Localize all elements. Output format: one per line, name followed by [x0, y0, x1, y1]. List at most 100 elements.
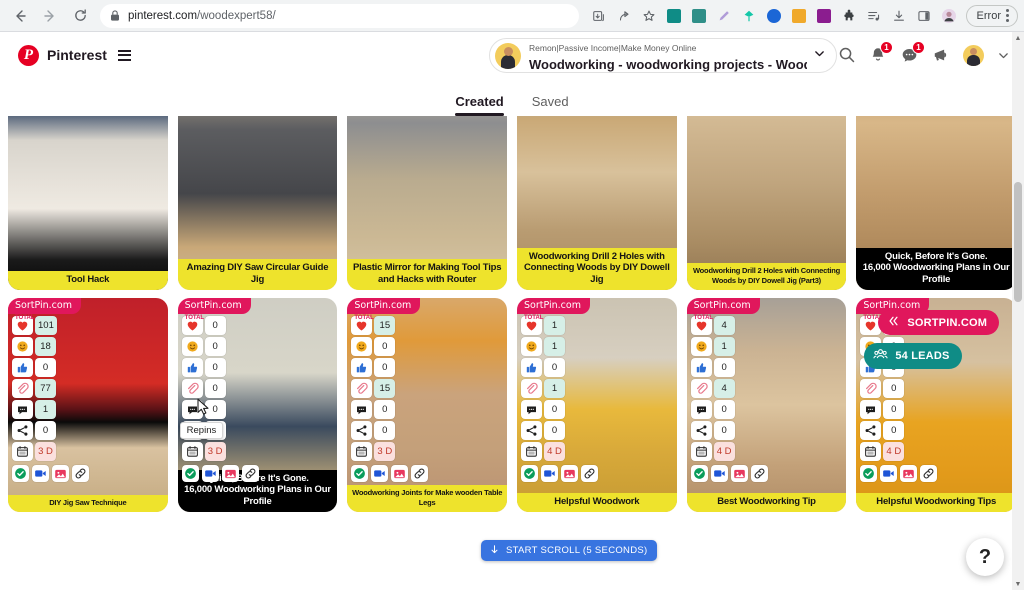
paperclip-repin-icon[interactable]: [182, 379, 203, 398]
pin-card[interactable]: SortPin.comTOTAL10118077103 DDIY Jig Saw…: [8, 298, 168, 512]
share-icon[interactable]: [521, 421, 542, 440]
share-icon[interactable]: [351, 421, 372, 440]
hamburger-menu-icon[interactable]: [118, 50, 131, 61]
board-selector[interactable]: Remon|Passive Income|Make Money Online W…: [489, 38, 837, 73]
video-icon[interactable]: [541, 465, 558, 482]
share-icon[interactable]: [612, 4, 636, 28]
thumbs-up-icon[interactable]: [691, 358, 712, 377]
puzzle-extensions-icon[interactable]: [837, 4, 861, 28]
emoji-reaction-icon[interactable]: [182, 337, 203, 356]
image-icon[interactable]: [731, 465, 748, 482]
image-icon[interactable]: [52, 465, 69, 482]
video-icon[interactable]: [711, 465, 728, 482]
comment-icon[interactable]: [860, 400, 881, 419]
share-icon[interactable]: [12, 421, 33, 440]
emoji-reaction-icon[interactable]: [12, 337, 33, 356]
scroll-up-arrow-icon[interactable]: ▲: [1012, 32, 1024, 44]
thumbs-up-icon[interactable]: [521, 358, 542, 377]
pin-card[interactable]: SortPin.comTOTAL4104004 DBest Woodworkin…: [687, 298, 847, 512]
link-icon[interactable]: [242, 465, 259, 482]
download-icon[interactable]: [887, 4, 911, 28]
thumbs-up-icon[interactable]: [12, 358, 33, 377]
verified-check-icon[interactable]: [351, 465, 368, 482]
pin-card[interactable]: SortPin.comTOTAL0000004 DSORTPIN.COM54 L…: [856, 298, 1016, 512]
camera-extension-icon[interactable]: [687, 4, 711, 28]
help-button[interactable]: ?: [966, 538, 1004, 576]
emoji-reaction-icon[interactable]: [521, 337, 542, 356]
paperclip-repin-icon[interactable]: [860, 379, 881, 398]
paperclip-repin-icon[interactable]: [12, 379, 33, 398]
install-app-icon[interactable]: [587, 4, 611, 28]
p-extension-icon[interactable]: [787, 4, 811, 28]
messages-chat-icon[interactable]: 1: [900, 46, 919, 65]
globe-extension-icon[interactable]: [762, 4, 786, 28]
reload-icon[interactable]: [66, 2, 94, 30]
pin-card[interactable]: SortPin.comTOTAL1101004 DHelpsful Woodwo…: [517, 298, 677, 512]
back-arrow-icon[interactable]: [6, 2, 34, 30]
account-chevron-down-icon[interactable]: [997, 49, 1010, 62]
paperclip-repin-icon[interactable]: [521, 379, 542, 398]
error-status-pill[interactable]: Error: [966, 5, 1018, 27]
pen-extension-icon[interactable]: [712, 4, 736, 28]
pinterest-brand[interactable]: P Pinterest: [18, 45, 131, 66]
pin-extension-icon[interactable]: [737, 4, 761, 28]
share-icon[interactable]: [860, 421, 881, 440]
link-icon[interactable]: [751, 465, 768, 482]
calendar-icon[interactable]: [12, 442, 33, 461]
pin-card[interactable]: 02 DWoodworking Drill 2 Holes with Conne…: [517, 116, 677, 290]
bookmark-star-icon[interactable]: [637, 4, 661, 28]
pin-card[interactable]: 03 DQuick, Before It's Gone.16,000 Woodw…: [856, 116, 1016, 290]
pin-card[interactable]: 02 DPlastic Mirror for Making Tool Tips …: [347, 116, 507, 290]
image-icon[interactable]: [222, 465, 239, 482]
pin-card[interactable]: 02 DWoodworking Drill 2 Holes with Conne…: [687, 116, 847, 290]
share-icon[interactable]: [691, 421, 712, 440]
comment-icon[interactable]: [351, 400, 372, 419]
verified-check-icon[interactable]: [12, 465, 29, 482]
calendar-icon[interactable]: [351, 442, 372, 461]
verified-check-icon[interactable]: [691, 465, 708, 482]
paperclip-repin-icon[interactable]: [351, 379, 372, 398]
thumbs-up-icon[interactable]: [351, 358, 372, 377]
comment-icon[interactable]: [691, 400, 712, 419]
address-bar[interactable]: pinterest.com/woodexpert58/: [100, 4, 579, 28]
calendar-icon[interactable]: [691, 442, 712, 461]
search-icon[interactable]: [838, 46, 856, 64]
link-icon[interactable]: [920, 465, 937, 482]
megaphone-icon[interactable]: [932, 47, 950, 63]
verified-check-icon[interactable]: [521, 465, 538, 482]
forward-arrow-icon[interactable]: [36, 2, 64, 30]
pin-card[interactable]: SortPin.comTOTAL150015003 DWoodworking J…: [347, 298, 507, 512]
pin-card[interactable]: 02 DAmazing DIY Saw Circular Guide Jig: [178, 116, 338, 290]
video-icon[interactable]: [202, 465, 219, 482]
account-avatar[interactable]: [963, 45, 984, 66]
grid-extension-icon[interactable]: [662, 4, 686, 28]
pin-card[interactable]: 01 DTool Hack: [8, 116, 168, 290]
pin-card[interactable]: SortPin.comTOTAL0000003 DRepinsQuick, Be…: [178, 298, 338, 512]
tab-created[interactable]: Created: [455, 94, 503, 116]
kebab-menu-icon[interactable]: [1006, 9, 1009, 22]
image-icon[interactable]: [900, 465, 917, 482]
thumbs-up-icon[interactable]: [182, 358, 203, 377]
verified-check-icon[interactable]: [182, 465, 199, 482]
playlist-icon[interactable]: [862, 4, 886, 28]
scrollbar-thumb[interactable]: [1014, 182, 1022, 302]
link-icon[interactable]: [72, 465, 89, 482]
profile-avatar-icon[interactable]: [937, 4, 961, 28]
chevron-down-icon[interactable]: [813, 47, 826, 65]
calendar-icon[interactable]: [521, 442, 542, 461]
emoji-reaction-icon[interactable]: [351, 337, 372, 356]
start-scroll-button[interactable]: START SCROLL (5 SECONDS): [481, 540, 657, 561]
image-icon[interactable]: [391, 465, 408, 482]
leads-side-badge[interactable]: 54 LEADS: [864, 343, 961, 369]
paperclip-repin-icon[interactable]: [691, 379, 712, 398]
comment-icon[interactable]: [521, 400, 542, 419]
side-panel-icon[interactable]: [912, 4, 936, 28]
tab-saved[interactable]: Saved: [532, 94, 569, 116]
chart-extension-icon[interactable]: [812, 4, 836, 28]
page-scrollbar[interactable]: ▲ ▼: [1012, 32, 1024, 590]
image-icon[interactable]: [561, 465, 578, 482]
notifications-bell-icon[interactable]: 1: [869, 46, 887, 64]
sortpin-side-badge[interactable]: SORTPIN.COM: [878, 310, 999, 335]
scroll-down-arrow-icon[interactable]: ▼: [1012, 578, 1024, 590]
calendar-icon[interactable]: [860, 442, 881, 461]
